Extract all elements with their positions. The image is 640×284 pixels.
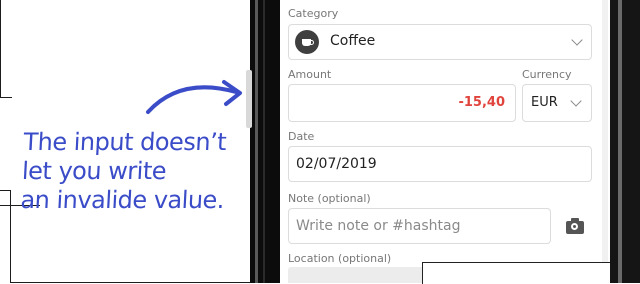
category-label: Category [288,7,339,20]
phone-side-button [246,70,252,128]
note-label: Note (optional) [288,192,371,205]
annotation-text: The input doesn’t let you write an inval… [20,128,255,215]
frame-border [0,0,1,98]
currency-value: EUR [531,95,558,110]
currency-label: Currency [522,68,572,81]
frame-border [0,190,10,191]
note-placeholder: Write note or #hashtag [296,218,461,234]
annotation-line: an invalide value. [19,186,225,214]
attach-photo-button[interactable] [558,210,594,244]
scrollbar[interactable] [602,0,608,283]
frame-border [0,97,12,98]
coffee-cup-icon [295,30,319,54]
phone-bezel-highlight [263,0,265,283]
amount-label: Amount [288,68,332,81]
phone-bezel-right [610,0,640,283]
overlay-card [422,262,640,284]
annotation-line: let you write [21,157,167,185]
date-value: 02/07/2019 [296,156,377,172]
frame-border [10,190,11,283]
phone-bezel-highlight [255,0,258,283]
amount-value: -15,40 [458,95,505,110]
date-label: Date [288,130,315,143]
annotation-line: The input doesn’t [22,128,227,156]
arrow-icon [146,80,242,114]
location-input[interactable] [288,267,428,283]
annotation-panel: The input doesn’t let you write an inval… [0,0,250,283]
category-value: Coffee [330,33,376,49]
location-label: Location (optional) [288,252,392,265]
